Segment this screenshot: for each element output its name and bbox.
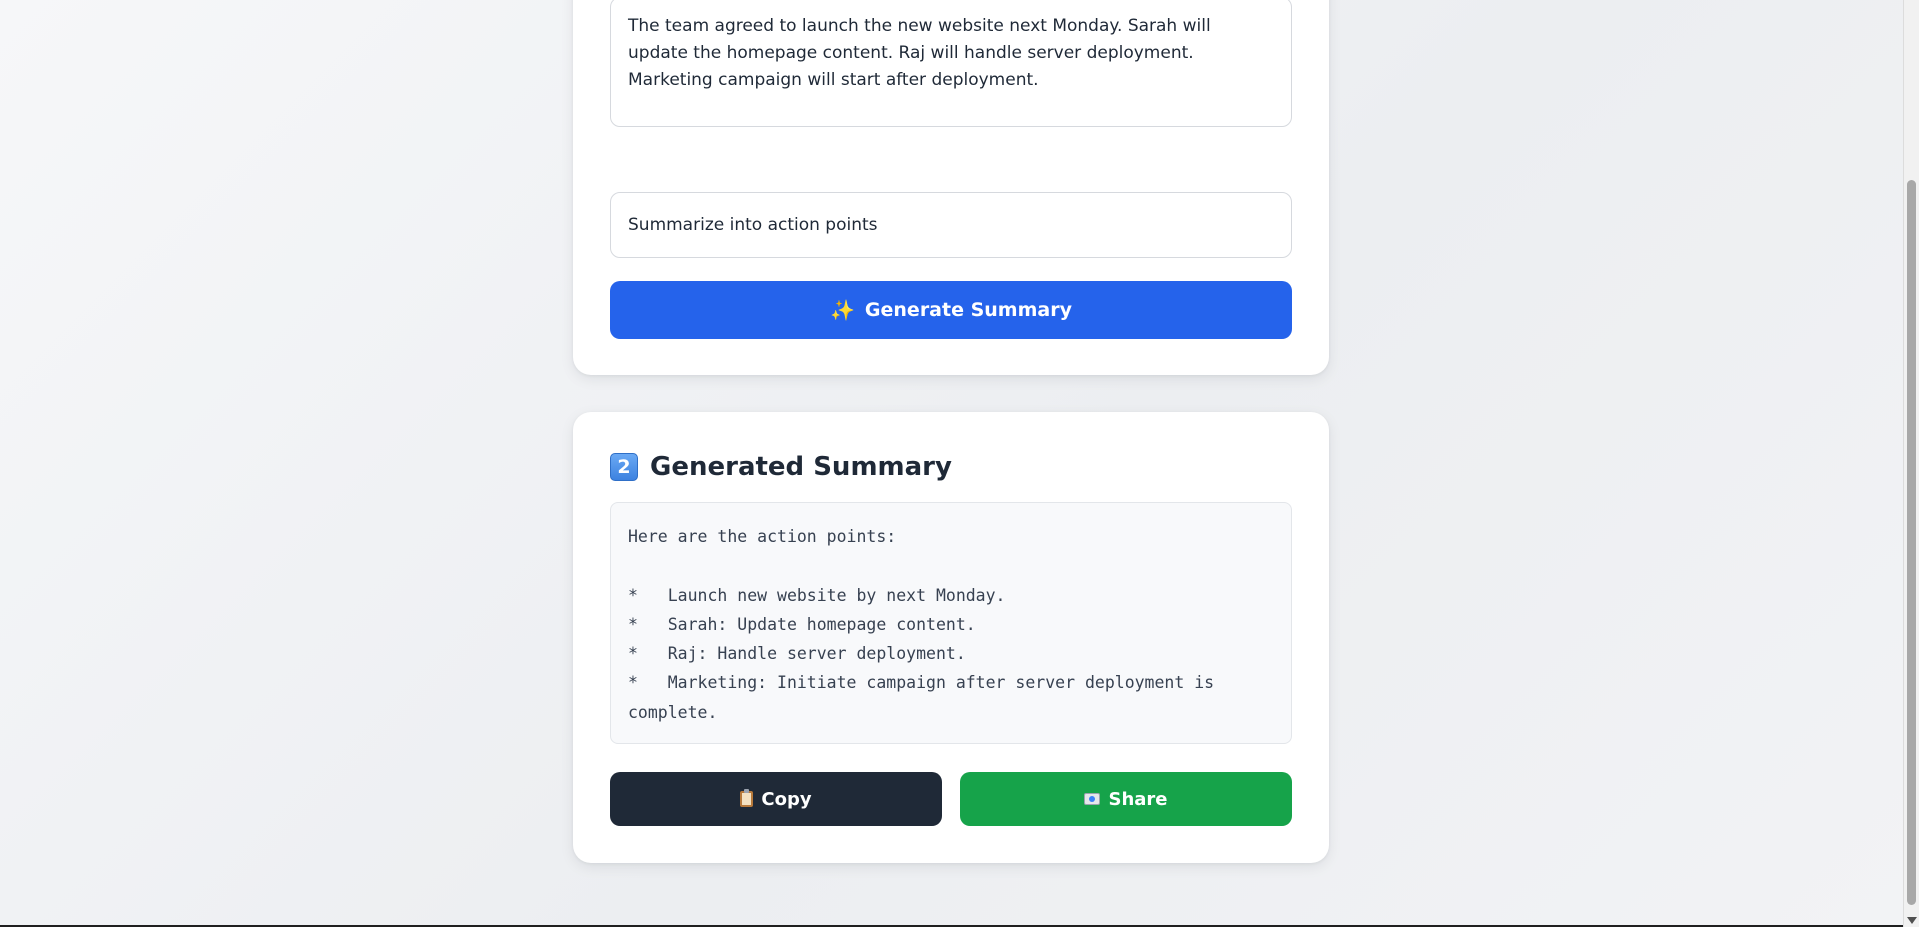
- page-viewport: The team agreed to launch the new websit…: [0, 0, 1903, 927]
- clipboard-icon: [740, 789, 754, 807]
- step-number-badge: 2: [610, 453, 638, 481]
- vertical-scrollbar[interactable]: [1903, 0, 1919, 927]
- copy-button[interactable]: Copy: [610, 772, 942, 826]
- instruction-input[interactable]: Summarize into action points: [610, 192, 1292, 258]
- sparkles-icon: ✨: [830, 298, 855, 322]
- generate-summary-button[interactable]: ✨ Generate Summary: [610, 281, 1292, 339]
- scrollbar-thumb[interactable]: [1907, 180, 1916, 905]
- input-card: The team agreed to launch the new websit…: [573, 0, 1329, 375]
- envelope-icon: [1084, 793, 1101, 805]
- summary-output[interactable]: Here are the action points: * Launch new…: [610, 502, 1292, 744]
- copy-button-label: Copy: [761, 788, 812, 810]
- meeting-notes-textarea[interactable]: The team agreed to launch the new websit…: [610, 0, 1292, 127]
- share-button[interactable]: Share: [960, 772, 1292, 826]
- share-button-label: Share: [1108, 788, 1168, 810]
- output-card: 2 Generated Summary Here are the action …: [573, 412, 1329, 863]
- scroll-down-arrow-icon[interactable]: [1907, 917, 1917, 924]
- generate-summary-label: Generate Summary: [864, 299, 1072, 321]
- section-header: 2 Generated Summary: [610, 452, 952, 482]
- section-title: Generated Summary: [650, 452, 952, 482]
